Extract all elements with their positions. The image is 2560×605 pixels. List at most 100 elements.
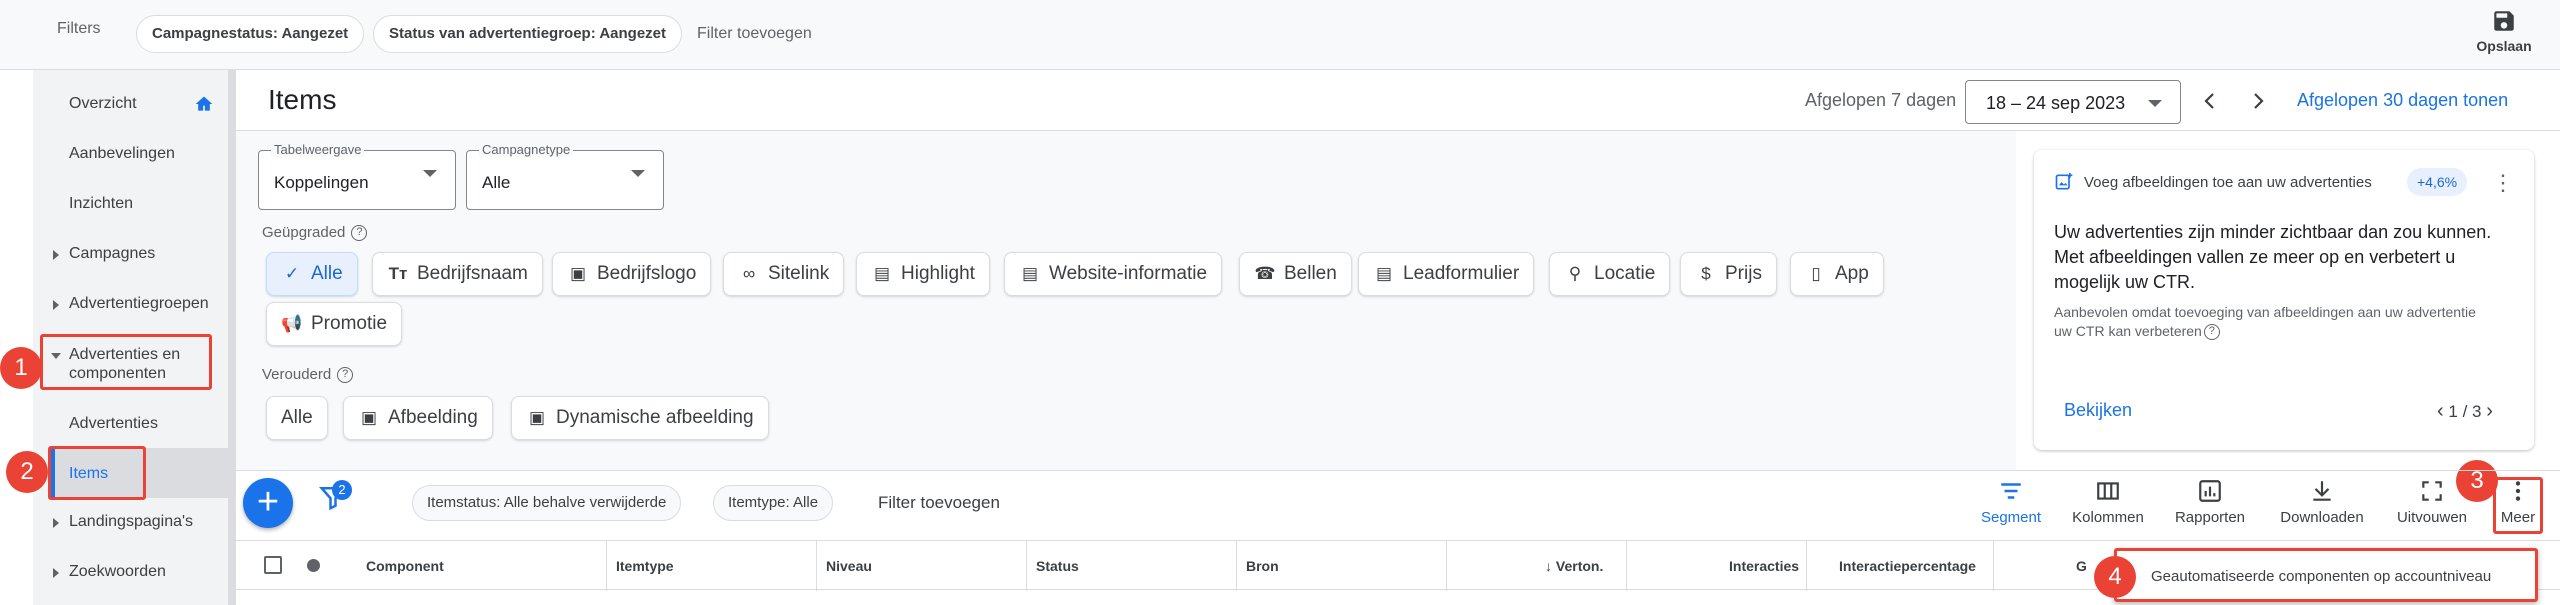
chip-leadformulier[interactable]: ▤ Leadformulier [1358, 252, 1535, 296]
column-separator [1446, 541, 1447, 591]
sidebar-item-label: Zoekwoorden [69, 563, 166, 580]
chip-label: Bedrijfsnaam [417, 263, 528, 284]
columns-button[interactable]: Kolommen [2068, 478, 2148, 526]
chip-app[interactable]: ▯ App [1790, 252, 1884, 296]
next-period-button[interactable] [2246, 88, 2270, 114]
column-header-component[interactable]: Component [366, 558, 444, 574]
chip-highlight[interactable]: ▤ Highlight [856, 252, 990, 296]
filter-chip-adgroup-status[interactable]: Status van advertentiegroep: Aangezet [373, 15, 683, 53]
save-label: Opslaan [2476, 38, 2532, 54]
download-button[interactable]: Downloaden [2276, 478, 2368, 526]
select-all-checkbox[interactable] [264, 556, 282, 574]
image-icon: ▣ [569, 264, 587, 283]
column-separator [1026, 541, 1027, 591]
table-view-select[interactable]: Tabelweergave Koppelingen [258, 142, 456, 210]
column-header-interacties[interactable]: Interacties [1729, 558, 1799, 574]
column-header-bron[interactable]: Bron [1246, 558, 1279, 574]
chevron-right-icon[interactable]: › [2486, 400, 2493, 422]
chip-bedrijfslogo[interactable]: ▣ Bedrijfslogo [552, 252, 712, 296]
chip-locatie[interactable]: ⚲ Locatie [1549, 252, 1671, 296]
segment-button[interactable]: Segment [1976, 478, 2046, 526]
chip-upgraded-alle[interactable]: ✓ Alle [266, 252, 358, 296]
column-separator [816, 541, 817, 591]
column-separator [1993, 541, 1994, 591]
column-header-niveau[interactable]: Niveau [826, 558, 872, 574]
image-icon: ▣ [360, 408, 378, 427]
annotation-box-2 [48, 446, 146, 500]
column-header-interactiepercentage[interactable]: Interactiepercentage [1839, 558, 1976, 574]
price-icon: $ [1701, 264, 1711, 283]
filter-chip-item-type[interactable]: Itemtype: Alle [713, 485, 834, 521]
annotation-badge-4: 4 [2094, 556, 2136, 598]
reports-button[interactable]: Rapporten [2170, 478, 2250, 526]
table-add-filter-link[interactable]: Filter toevoegen [878, 493, 1000, 513]
campaign-type-select[interactable]: Campagnetype Alle [466, 142, 664, 210]
recommendation-reason-text: Aanbevolen omdat toevoeging van afbeeldi… [2054, 304, 2476, 339]
chip-website-informatie[interactable]: ▤ Website-informatie [1004, 252, 1223, 296]
dropdown-arrow-icon [423, 170, 437, 177]
chip-bellen[interactable]: ☎ Bellen [1239, 252, 1352, 296]
campaign-type-value: Alle [482, 173, 511, 192]
chip-label: Locatie [1594, 263, 1656, 284]
pager-text: 1 / 3 [2448, 402, 2482, 421]
chevron-right-icon [53, 568, 59, 578]
chip-bedrijfsnaam[interactable]: Tт Bedrijfsnaam [372, 252, 543, 296]
prev-period-button[interactable] [2198, 88, 2222, 114]
column-header-itemtype[interactable]: Itemtype [616, 558, 674, 574]
date-range-select[interactable]: 18 – 24 sep 2023 [1965, 80, 2181, 124]
more-vert-icon [2515, 481, 2521, 501]
chip-dynamische-afbeelding[interactable]: ▣ Dynamische afbeelding [511, 396, 769, 440]
tool-label: Segment [1980, 509, 2042, 526]
menu-item-automated-assets[interactable]: Geautomatiseerde componenten op accountn… [2151, 568, 2491, 585]
chip-label: App [1835, 263, 1869, 284]
download-icon [2313, 481, 2331, 501]
chip-legacy-alle[interactable]: Alle [266, 396, 328, 440]
column-header-g[interactable]: G [2076, 558, 2087, 574]
add-image-icon [2055, 172, 2073, 190]
phone-app-icon: ▯ [1811, 264, 1821, 283]
save-button[interactable]: Opslaan [2468, 8, 2540, 54]
chevron-left-icon[interactable]: ‹ [2437, 400, 2444, 422]
expand-button[interactable]: Uitvouwen [2390, 478, 2474, 526]
sidebar-item-label: Advertentiegroepen [69, 295, 209, 312]
upgraded-label-text: Geüpgraded [262, 224, 346, 241]
toolbar-divider [236, 470, 2560, 471]
column-header-label: Verton. [1555, 558, 1604, 574]
chip-afbeelding[interactable]: ▣ Afbeelding [343, 396, 493, 440]
add-filter-link[interactable]: Filter toevoegen [697, 25, 812, 43]
more-button[interactable]: Meer [2496, 478, 2540, 526]
help-icon[interactable]: ? [2203, 324, 2220, 341]
chevron-right-icon [53, 250, 59, 260]
table-view-value: Koppelingen [274, 173, 369, 192]
help-icon[interactable]: ? [337, 367, 354, 384]
more-vert-icon[interactable]: ⋮ [2492, 170, 2514, 196]
text-icon: Tт [388, 264, 408, 283]
table-view-label: Tabelweergave [271, 142, 365, 157]
show-30-days-link[interactable]: Afgelopen 30 dagen tonen [2297, 90, 2508, 111]
megaphone-icon: 📢 [281, 314, 303, 333]
chip-sitelink[interactable]: ∞ Sitelink [723, 252, 845, 296]
column-header-vertoningen[interactable]: ↓ Verton. [1545, 558, 1603, 574]
upgraded-label: Geüpgraded? [262, 224, 368, 242]
filter-chip-campaign-status[interactable]: Campagnestatus: Aangezet [136, 15, 365, 53]
column-separator [1806, 541, 1807, 591]
column-header-status[interactable]: Status [1036, 558, 1079, 574]
recommendation-card: Voeg afbeeldingen toe aan uw advertentie… [2034, 150, 2534, 450]
filter-chip-item-status[interactable]: Itemstatus: Alle behalve verwijderde [412, 485, 682, 521]
chip-prijs[interactable]: $ Prijs [1680, 252, 1777, 296]
page-title: Items [268, 84, 337, 115]
help-icon[interactable]: ? [351, 225, 368, 242]
fullscreen-icon [2422, 481, 2442, 501]
view-recommendation-link[interactable]: Bekijken [2064, 400, 2132, 421]
status-dot-icon [307, 559, 320, 572]
chip-label: Prijs [1725, 263, 1762, 284]
column-separator [606, 541, 607, 591]
filter-count-badge: 2 [332, 480, 352, 500]
save-icon [2494, 11, 2514, 31]
chip-promotie[interactable]: 📢 Promotie [266, 302, 403, 346]
annotation-box-1 [40, 334, 212, 390]
filter-toggle-button[interactable]: 2 [318, 480, 352, 517]
add-button[interactable]: + [243, 478, 293, 528]
chevron-right-icon [53, 518, 59, 528]
filter-bar: Filters Campagnestatus: Aangezet Status … [0, 0, 2560, 70]
